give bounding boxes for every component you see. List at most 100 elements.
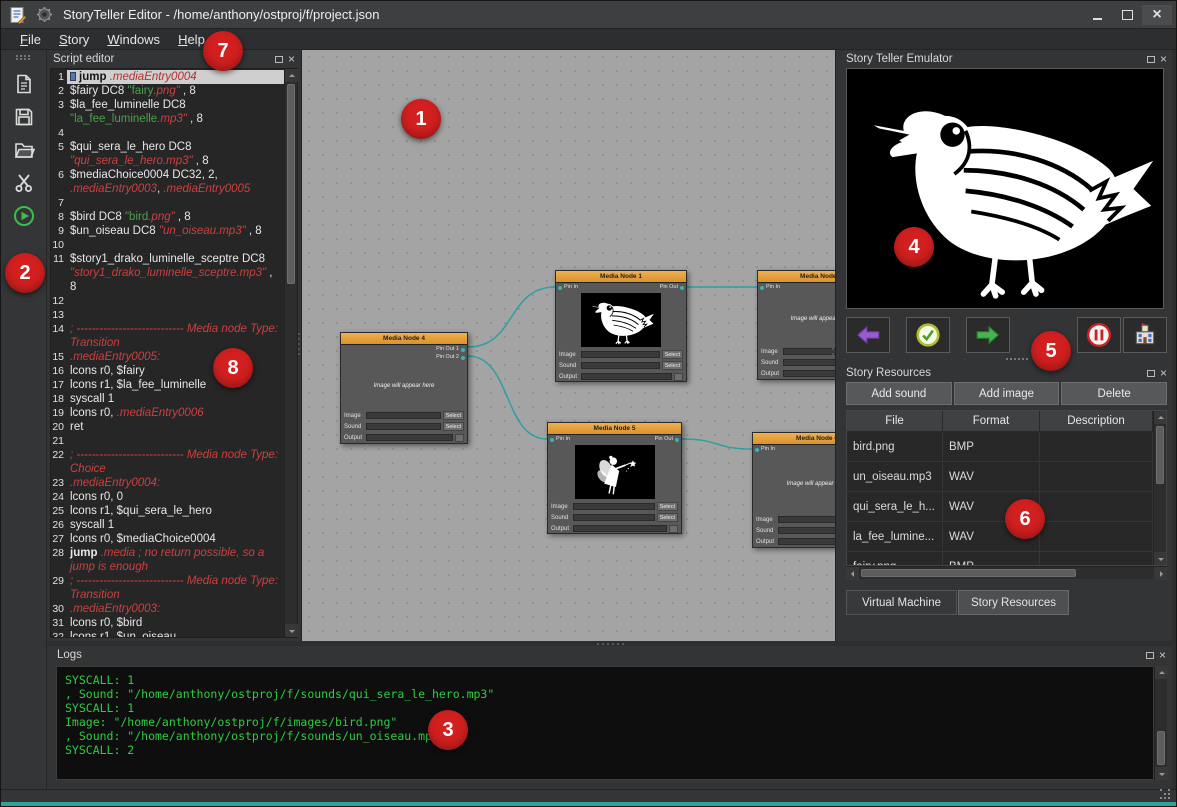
table-cell[interactable]: qui_sera_le_h...	[847, 492, 943, 522]
table-cell[interactable]: un_oiseau.mp3	[847, 462, 943, 492]
pin-out[interactable]: Pin Out	[655, 436, 679, 443]
code-line[interactable]: 21	[51, 434, 284, 448]
node-select-button[interactable]: Select	[662, 361, 683, 370]
code-line[interactable]: 17lcons r1, $la_fee_luminelle	[51, 378, 284, 392]
float-panel-icon[interactable]	[1147, 56, 1155, 63]
scroll-down-icon[interactable]	[1155, 767, 1168, 780]
ok-button[interactable]	[906, 317, 950, 353]
code-line[interactable]: 18syscall 1	[51, 392, 284, 406]
node-select-button[interactable]: Select	[657, 502, 678, 511]
add-image-button[interactable]: Add image	[954, 382, 1060, 405]
table-scrollbar[interactable]	[1153, 411, 1166, 565]
open-button[interactable]	[8, 135, 40, 165]
table-cell[interactable]: BMP	[943, 552, 1040, 565]
close-button[interactable]	[1142, 5, 1172, 25]
pin-out[interactable]: Pin Out 2	[436, 354, 465, 361]
tab-story-resources[interactable]: Story Resources	[958, 590, 1069, 615]
code-line[interactable]: 12	[51, 294, 284, 308]
code-line[interactable]: 10	[51, 238, 284, 252]
table-cell[interactable]	[1040, 522, 1153, 552]
scroll-up-icon[interactable]	[1154, 411, 1167, 424]
pin-in[interactable]: Pin In	[760, 284, 780, 291]
code-line[interactable]: 3$la_fee_luminelle DC8 "la_fee_luminelle…	[51, 98, 284, 126]
table-cell[interactable]: la_fee_lumine...	[847, 522, 943, 552]
scroll-up-icon[interactable]	[285, 69, 298, 82]
media-node[interactable]: Media Node 4Pin Out 1Pin Out 2Image will…	[340, 332, 468, 444]
pin-out[interactable]: Pin Out	[660, 284, 684, 291]
table-hscrollbar[interactable]	[846, 566, 1167, 579]
next-button[interactable]	[966, 317, 1010, 353]
previous-button[interactable]	[846, 317, 890, 353]
code-line[interactable]: 5$qui_sera_le_hero DC8 "qui_sera_le_hero…	[51, 140, 284, 168]
code-line[interactable]: 24lcons r0, 0	[51, 490, 284, 504]
table-cell[interactable]	[1040, 492, 1153, 522]
code-line[interactable]: 19lcons r0, .mediaEntry0006	[51, 406, 284, 420]
column-header[interactable]: Description	[1040, 411, 1153, 432]
menu-item-story[interactable]: Story	[50, 29, 98, 49]
minimize-button[interactable]	[1082, 5, 1112, 25]
menu-item-file[interactable]: File	[11, 29, 50, 49]
column-header[interactable]: File	[847, 411, 943, 432]
close-panel-icon[interactable]	[288, 55, 295, 63]
pause-button[interactable]	[1077, 317, 1121, 353]
node-canvas[interactable]: Media Node 4Pin Out 1Pin Out 2Image will…	[301, 50, 836, 641]
code-line[interactable]: 9$un_oiseau DC8 "un_oiseau.mp3" , 8	[51, 224, 284, 238]
table-row[interactable]: la_fee_lumine...WAV	[847, 522, 1153, 552]
node-select-button[interactable]: Select	[443, 411, 464, 420]
add-sound-button[interactable]: Add sound	[846, 382, 952, 405]
code-line[interactable]: 2$fairy DC8 "fairy.png" , 8	[51, 84, 284, 98]
node-select-button[interactable]: Select	[443, 422, 464, 431]
logs-scrollbar[interactable]	[1154, 666, 1167, 780]
code-line[interactable]: 23.mediaEntry0004:	[51, 476, 284, 490]
code-line[interactable]: 27lcons r0, $mediaChoice0004	[51, 532, 284, 546]
save-button[interactable]	[8, 102, 40, 132]
pin-in[interactable]: Pin In	[550, 436, 570, 443]
code-line[interactable]: 6$mediaChoice0004 DC32, 2, .mediaEntry00…	[51, 168, 284, 196]
maximize-button[interactable]	[1112, 5, 1142, 25]
code-line[interactable]: 25lcons r1, $qui_sera_le_hero	[51, 504, 284, 518]
table-cell[interactable]	[1040, 552, 1153, 565]
toolbar-drag-handle[interactable]	[16, 54, 32, 59]
table-row[interactable]: un_oiseau.mp3WAV	[847, 462, 1153, 492]
splitter-handle[interactable]	[597, 641, 627, 647]
node-select-button[interactable]: Select	[662, 350, 683, 359]
code-line[interactable]: 29; ---------------------------- Media n…	[51, 574, 284, 602]
close-panel-icon[interactable]	[1159, 651, 1166, 659]
scroll-down-icon[interactable]	[1154, 552, 1167, 565]
column-header[interactable]: Format	[943, 411, 1040, 432]
table-cell[interactable]: bird.png	[847, 432, 943, 462]
scroll-left-icon[interactable]	[846, 567, 859, 580]
media-node[interactable]: Media Node 2Pin InPin OutImage will appe…	[757, 270, 836, 380]
media-node[interactable]: Media Node 6Pin InPin OutImage will appe…	[752, 432, 836, 548]
table-cell[interactable]: BMP	[943, 432, 1040, 462]
code-line[interactable]: 11$story1_drako_luminelle_sceptre DC8 "s…	[51, 252, 284, 294]
scroll-right-icon[interactable]	[1154, 567, 1167, 580]
new-script-button[interactable]	[8, 69, 40, 99]
pin-in[interactable]: Pin In	[558, 284, 578, 291]
code-line[interactable]: 4	[51, 126, 284, 140]
code-line[interactable]: 26syscall 1	[51, 518, 284, 532]
code-line[interactable]: 30.mediaEntry0003:	[51, 602, 284, 616]
code-line[interactable]: 8$bird DC8 "bird.png" , 8	[51, 210, 284, 224]
close-panel-icon[interactable]	[1160, 55, 1167, 63]
delete-button[interactable]: Delete	[1061, 382, 1167, 405]
home-button[interactable]	[1123, 317, 1167, 353]
scroll-up-icon[interactable]	[1155, 666, 1168, 679]
cut-button[interactable]	[8, 168, 40, 198]
pin-out[interactable]: Pin Out 1	[436, 346, 465, 353]
table-row[interactable]: qui_sera_le_h...WAV	[847, 492, 1153, 522]
node-select-button[interactable]: Select	[657, 513, 678, 522]
code-line[interactable]: 1jump .mediaEntry0004	[51, 70, 284, 84]
code-line[interactable]: 14; ---------------------------- Media n…	[51, 322, 284, 350]
code-line[interactable]: 7	[51, 196, 284, 210]
pin-in[interactable]: Pin In	[755, 446, 775, 453]
tab-virtual-machine[interactable]: Virtual Machine	[846, 590, 957, 615]
splitter-handle[interactable]	[296, 333, 302, 359]
code-line[interactable]: 31lcons r0, $bird	[51, 616, 284, 630]
run-button[interactable]	[8, 201, 40, 231]
resize-grip[interactable]	[1160, 789, 1172, 801]
float-panel-icon[interactable]	[1146, 652, 1154, 659]
menu-item-windows[interactable]: Windows	[98, 29, 169, 49]
table-row[interactable]: fairy.pngBMP	[847, 552, 1153, 565]
scroll-down-icon[interactable]	[285, 624, 298, 637]
